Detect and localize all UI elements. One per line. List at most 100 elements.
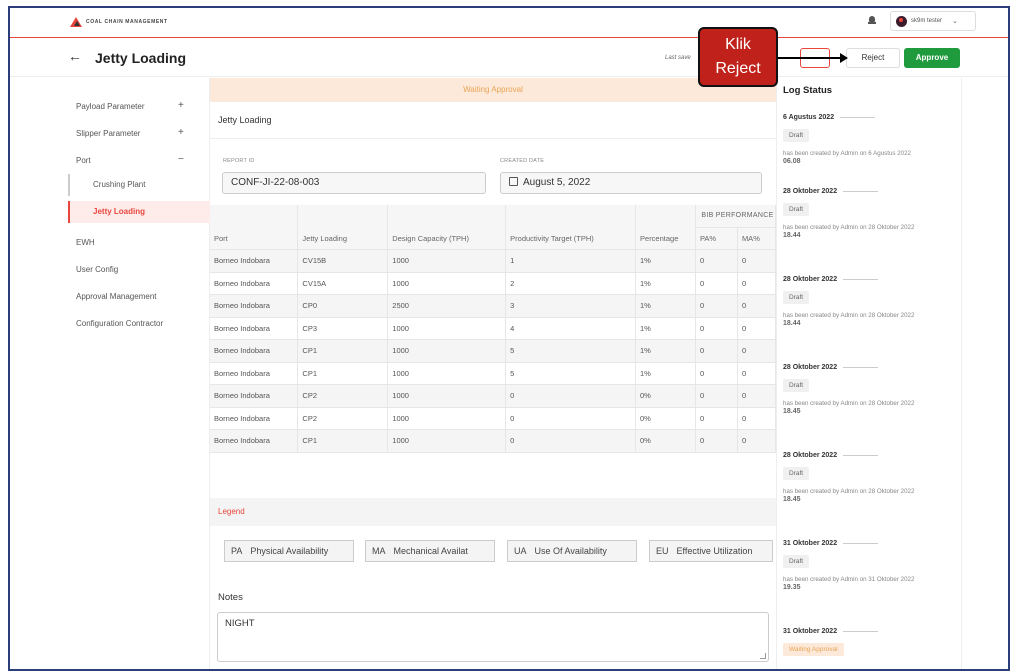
divider: [210, 138, 776, 139]
user-name: sk9m tester: [911, 18, 943, 24]
sidebar-item-port[interactable]: Port: [76, 156, 91, 165]
log-title: Log Status: [783, 85, 833, 96]
status-badge: Draft: [783, 555, 810, 568]
report-id-label: REPORT ID: [223, 158, 255, 164]
table-group-header: BIB PERFORMANCE: [695, 205, 776, 228]
table-header: PA%: [695, 227, 738, 250]
sidebar-item-crushing-plant[interactable]: Crushing Plant: [68, 174, 210, 196]
sidebar-item-jetty-loading[interactable]: Jetty Loading: [68, 201, 210, 223]
table-row[interactable]: Borneo Indobara CP2 1000 0 0% 0 0: [210, 384, 776, 408]
approve-button[interactable]: Approve: [904, 48, 960, 68]
logo-text: COAL CHAIN MANAGEMENT: [86, 19, 168, 25]
table-cell: 0: [737, 249, 776, 273]
table-cell: 0: [737, 362, 776, 385]
table-row[interactable]: Borneo Indobara CP2 1000 0 0% 0 0: [210, 407, 776, 430]
table-cell: 1000: [387, 429, 507, 453]
last-saved-text: Last save: [665, 55, 691, 61]
log-date: 6 Agustus 2022: [783, 114, 953, 121]
log-message: has been created by Admin on 28 Oktober …: [783, 400, 915, 407]
log-time: 19.35: [783, 584, 801, 591]
expand-icon[interactable]: +: [178, 100, 184, 111]
table-cell: 0: [695, 407, 738, 430]
resize-handle-icon[interactable]: [760, 653, 766, 659]
log-entry: 6 Agustus 2022 Draft has been created by A…: [783, 114, 953, 165]
table-cell: 1%: [635, 362, 696, 385]
collapse-icon[interactable]: −: [178, 154, 184, 165]
table-cell: 1000: [387, 339, 507, 363]
table-header: Productivity Target (TPH): [505, 227, 637, 250]
log-entry: 31 Oktober 2022 Waiting Approval: [783, 628, 953, 656]
table-cell: 0: [505, 407, 637, 430]
bell-icon[interactable]: [868, 16, 876, 25]
table-cell: CP0: [297, 294, 389, 318]
report-id-field[interactable]: CONF-JI-22-08-003: [222, 172, 486, 194]
reject-button[interactable]: Reject: [846, 48, 900, 68]
jetty-table: BIB PERFORMANCE Port Jetty Loading Desig…: [210, 205, 776, 455]
notes-label: Notes: [218, 592, 243, 603]
table-header: Design Capacity (TPH): [387, 227, 507, 250]
sidebar-item-payload-parameter[interactable]: Payload Parameter: [76, 102, 144, 111]
table-cell: 1%: [635, 249, 696, 273]
table-cell: 4: [505, 317, 637, 340]
table-cell: CV15A: [297, 272, 389, 295]
table-cell: Borneo Indobara: [210, 407, 299, 430]
legend-chip-pa: PA Physical Availability: [224, 540, 354, 562]
status-badge: Draft: [783, 467, 810, 480]
log-date: 28 Oktober 2022: [783, 364, 953, 371]
back-arrow-icon[interactable]: ←: [68, 48, 82, 64]
page-title: Jetty Loading: [95, 50, 187, 66]
sidebar-item-user-config[interactable]: User Config: [76, 265, 118, 274]
created-date-label: CREATED DATE: [500, 158, 545, 164]
log-message: has been created by Admin on 31 Oktober …: [783, 576, 915, 583]
table-cell: 0: [737, 272, 776, 295]
created-date-field[interactable]: August 5, 2022: [500, 172, 762, 194]
callout-arrow: [778, 53, 848, 63]
table-cell: 0%: [635, 384, 696, 408]
log-date: 28 Oktober 2022: [783, 452, 953, 459]
log-entry: 28 Oktober 2022 Draft has been created by …: [783, 188, 953, 239]
table-cell: 0%: [635, 429, 696, 453]
log-message: has been created by Admin on 28 Oktober …: [783, 224, 915, 231]
callout-line-2: Reject: [715, 60, 761, 77]
table-cell: 0: [737, 294, 776, 318]
table-row[interactable]: Borneo Indobara CP3 1000 4 1% 0 0: [210, 317, 776, 340]
log-entry: 28 Oktober 2022 Draft has been created by …: [783, 276, 953, 327]
app-logo[interactable]: COAL CHAIN MANAGEMENT: [70, 17, 168, 27]
log-time: 18.45: [783, 496, 801, 503]
table-row[interactable]: Borneo Indobara CP0 2500 3 1% 0 0: [210, 294, 776, 318]
table-cell: 2: [505, 272, 637, 295]
log-time: 18.44: [783, 320, 801, 327]
table-cell: 5: [505, 339, 637, 363]
table-cell: 1000: [387, 317, 507, 340]
table-row[interactable]: Borneo Indobara CV15A 1000 2 1% 0 0: [210, 272, 776, 295]
table-cell: 1%: [635, 339, 696, 363]
app-frame: COAL CHAIN MANAGEMENT sk9m tester ⌄ ← Je…: [8, 6, 1010, 671]
table-cell: CP1: [297, 362, 389, 385]
notes-textarea[interactable]: NIGHT: [217, 612, 769, 662]
table-header-blank: [505, 205, 637, 227]
table-row[interactable]: Borneo Indobara CP1 1000 5 1% 0 0: [210, 362, 776, 385]
table-cell: Borneo Indobara: [210, 384, 299, 408]
expand-icon[interactable]: +: [178, 127, 184, 138]
legend-label: Mechanical Availat: [393, 546, 468, 556]
sidebar-item-slipper-parameter[interactable]: Slipper Parameter: [76, 129, 140, 138]
table-cell: 1000: [387, 249, 507, 273]
notes-value: NIGHT: [225, 618, 255, 629]
top-bar: COAL CHAIN MANAGEMENT sk9m tester ⌄: [10, 8, 1008, 38]
sidebar-item-ewh[interactable]: EWH: [76, 238, 95, 247]
table-row[interactable]: Borneo Indobara CV15B 1000 1 1% 0 0: [210, 249, 776, 273]
table-cell: 0: [695, 249, 738, 273]
status-badge: Waiting Approval: [783, 643, 844, 656]
user-menu[interactable]: sk9m tester ⌄: [890, 11, 976, 31]
table-row[interactable]: Borneo Indobara CP1 1000 0 0% 0 0: [210, 429, 776, 453]
table-cell: 1000: [387, 362, 507, 385]
sidebar-item-approval-management[interactable]: Approval Management: [76, 292, 157, 301]
table-cell: 0: [737, 429, 776, 453]
table-cell: Borneo Indobara: [210, 249, 299, 273]
table-header-blank: [387, 205, 507, 227]
table-row[interactable]: Borneo Indobara CP1 1000 5 1% 0 0: [210, 339, 776, 363]
callout-line-1: Klik: [725, 36, 751, 53]
chevron-down-icon: ⌄: [952, 18, 958, 25]
table-cell: 0: [737, 407, 776, 430]
sidebar-item-configuration-contractor[interactable]: Configuration Contractor: [76, 319, 163, 328]
